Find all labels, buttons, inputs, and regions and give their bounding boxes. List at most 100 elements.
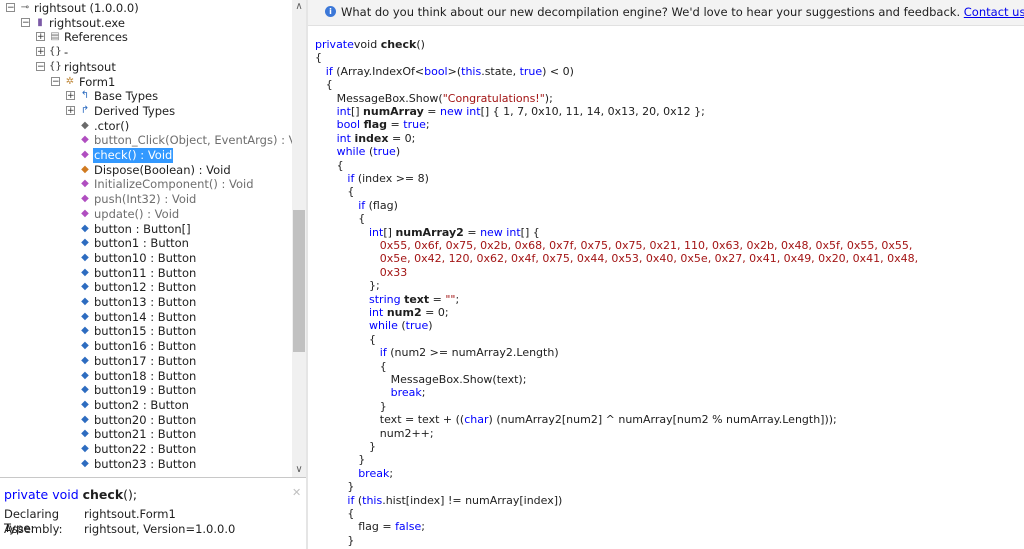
code-line: { bbox=[336, 158, 344, 172]
expand-icon[interactable]: + bbox=[66, 105, 75, 115]
scroll-up-arrow-icon[interactable]: ∧ bbox=[292, 0, 306, 14]
tree-node[interactable]: ◆ button20 : Button bbox=[0, 413, 292, 428]
tree-node[interactable]: ◆ button14 : Button bbox=[0, 310, 292, 325]
code-line: break; bbox=[358, 466, 394, 480]
tree-node[interactable]: ◆ button16 : Button bbox=[0, 339, 292, 354]
tree-node-label: button1 : Button bbox=[94, 236, 189, 251]
code-line: { bbox=[347, 507, 355, 520]
tree-node[interactable]: + ▤ References bbox=[0, 30, 292, 45]
tree-node[interactable]: ◆ button : Button[] bbox=[0, 222, 292, 237]
tree-node[interactable]: ◆ button21 : Button bbox=[0, 427, 292, 442]
tree-node[interactable]: −{} rightsout bbox=[0, 60, 292, 75]
tree-scrollbar-thumb[interactable] bbox=[293, 210, 305, 352]
collapse-icon[interactable]: − bbox=[51, 76, 60, 86]
field-icon: ◆ bbox=[81, 266, 89, 278]
tree-node[interactable]: ◆ button19 : Button bbox=[0, 383, 292, 398]
tree-node[interactable]: ◆ button13 : Button bbox=[0, 295, 292, 310]
tree-node[interactable]: ◆ check() : Void bbox=[0, 148, 292, 163]
tree-node[interactable]: ◆ button2 : Button bbox=[0, 398, 292, 413]
tree-node[interactable]: ◆ update() : Void bbox=[0, 207, 292, 222]
feedback-banner: i What do you think about our new decomp… bbox=[308, 0, 1024, 26]
code-line: 0x55, 0x6f, 0x75, 0x2b, 0x68, 0x7f, 0x75… bbox=[379, 239, 913, 252]
collapse-icon[interactable]: − bbox=[6, 3, 15, 13]
assembly-value: rightsout, Version=1.0.0.0 bbox=[84, 522, 236, 536]
tree-node[interactable]: ◆ button18 : Button bbox=[0, 369, 292, 384]
expand-icon[interactable]: + bbox=[66, 91, 75, 101]
tree-node[interactable]: ◆ button1 : Button bbox=[0, 236, 292, 251]
expand-icon[interactable]: + bbox=[36, 32, 45, 42]
signature-name: check bbox=[82, 487, 124, 502]
tree-node-label: button22 : Button bbox=[94, 442, 197, 456]
tree-node-label: Form1 bbox=[79, 74, 116, 89]
signature-keyword-private: private bbox=[4, 487, 49, 502]
code-line: { bbox=[325, 78, 333, 92]
tree-node[interactable]: − ▮ rightsout.exe bbox=[0, 16, 292, 31]
tree-node-label: button16 : Button bbox=[94, 339, 197, 354]
field-icon: ◆ bbox=[81, 237, 89, 249]
protected-method-icon: ◆ bbox=[81, 163, 89, 175]
code-line: if (this.hist[index] != numArray[index]) bbox=[347, 493, 563, 507]
code-line: }; bbox=[369, 279, 380, 293]
tree-node-label: button11 : Button bbox=[94, 265, 197, 280]
tree-node-label: push(Int32) : Void bbox=[94, 192, 197, 207]
code-line: break; bbox=[390, 386, 426, 400]
code-line: privatevoid check() bbox=[315, 38, 425, 51]
tree-node-label: update() : Void bbox=[94, 206, 180, 221]
signature-keyword-void: void bbox=[52, 487, 79, 502]
tree-node-label: button20 : Button bbox=[94, 412, 197, 427]
tree-node[interactable]: ◆ button_Click(Object, EventArgs) : Void bbox=[0, 133, 292, 148]
tree-node-label: rightsout (1.0.0.0) bbox=[34, 1, 139, 15]
tree-node-label: button10 : Button bbox=[94, 250, 197, 265]
tree-node-label: button15 : Button bbox=[94, 324, 197, 339]
tree-node[interactable]: + ↱ Derived Types bbox=[0, 104, 292, 119]
tree-node[interactable]: + ↰ Base Types bbox=[0, 89, 292, 104]
private-method-icon: ◆ bbox=[81, 134, 89, 146]
code-line: 0x33 bbox=[379, 265, 408, 279]
feedback-text: What do you think about our new decompil… bbox=[341, 5, 961, 19]
tree-node[interactable]: ◆ button12 : Button bbox=[0, 280, 292, 295]
tree-node[interactable]: ◆ button15 : Button bbox=[0, 324, 292, 339]
tree-node[interactable]: ◆ button17 : Button bbox=[0, 354, 292, 369]
tree-node-label: button_Click(Object, EventArgs) : Void bbox=[94, 133, 292, 148]
code-view-panel: i What do you think about our new decomp… bbox=[308, 0, 1024, 549]
code-line: { bbox=[347, 185, 355, 199]
field-icon: ◆ bbox=[81, 281, 89, 293]
code-line: { bbox=[379, 359, 387, 373]
scroll-down-arrow-icon[interactable]: ∨ bbox=[292, 463, 306, 477]
contact-us-link[interactable]: Contact us bbox=[964, 5, 1024, 19]
field-icon: ◆ bbox=[81, 413, 89, 425]
member-signature: private void check(); bbox=[4, 487, 137, 502]
field-icon: ◆ bbox=[81, 457, 89, 469]
tree-node-label: Base Types bbox=[94, 89, 159, 104]
close-icon[interactable]: ✕ bbox=[292, 486, 301, 499]
tree-node-label: button13 : Button bbox=[94, 295, 197, 309]
tree-node[interactable]: ◆ Dispose(Boolean) : Void bbox=[0, 163, 292, 178]
tree-node[interactable]: ◆ button22 : Button bbox=[0, 442, 292, 457]
private-method-icon: ◆ bbox=[81, 207, 89, 219]
member-info-panel: private void check(); Declaring Type: ri… bbox=[0, 478, 306, 549]
tree-node[interactable]: ◆ button10 : Button bbox=[0, 251, 292, 266]
collapse-icon[interactable]: − bbox=[36, 61, 45, 71]
code-line: text = text + ((char) (numArray2[num2] ^… bbox=[379, 413, 837, 427]
code-line: { bbox=[358, 212, 366, 226]
derived-types-icon: ↱ bbox=[80, 104, 90, 116]
field-icon: ◆ bbox=[81, 354, 89, 366]
assembly-label: Assembly: bbox=[4, 522, 63, 536]
tree-node[interactable]: + {} - bbox=[0, 45, 292, 60]
tree-node[interactable]: − ✲ Form1 bbox=[0, 75, 292, 90]
tree-node[interactable]: ◆ button23 : Button bbox=[0, 457, 292, 472]
tree-node[interactable]: ◆ .ctor() bbox=[0, 119, 292, 134]
code-line: MessageBox.Show(text); bbox=[390, 373, 527, 386]
assembly-tree[interactable]: − ⊸ rightsout (1.0.0.0) − ▮ rightsout.exe + ▤ Re… bbox=[0, 0, 292, 477]
expand-icon[interactable]: + bbox=[36, 47, 45, 57]
field-icon: ◆ bbox=[81, 398, 89, 410]
tree-node[interactable]: ◆ InitializeComponent() : Void bbox=[0, 177, 292, 192]
tree-node-label: - bbox=[64, 45, 69, 60]
tree-node[interactable]: ◆ push(Int32) : Void bbox=[0, 192, 292, 207]
tree-node-label: rightsout bbox=[64, 59, 116, 74]
tree-node[interactable]: − ⊸ rightsout (1.0.0.0) bbox=[0, 1, 292, 16]
field-icon: ◆ bbox=[81, 325, 89, 337]
tree-node[interactable]: ◆ button11 : Button bbox=[0, 266, 292, 281]
code-line: { bbox=[315, 51, 322, 65]
collapse-icon[interactable]: − bbox=[21, 17, 30, 27]
